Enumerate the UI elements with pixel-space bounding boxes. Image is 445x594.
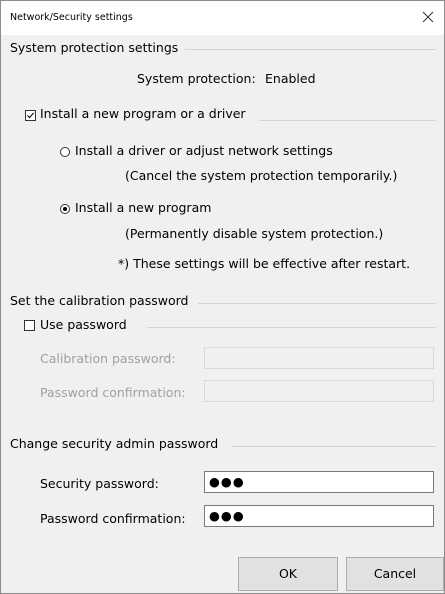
calibration-password-field[interactable] bbox=[204, 347, 434, 369]
calibration-group-title: Set the calibration password bbox=[10, 293, 189, 308]
radio-install-driver-note: (Cancel the system protection temporaril… bbox=[125, 168, 398, 183]
cancel-button[interactable]: Cancel bbox=[346, 557, 444, 591]
use-password-checkbox[interactable] bbox=[24, 320, 35, 331]
window-title: Network/Security settings bbox=[10, 12, 133, 23]
system-protection-status-value: Enabled bbox=[265, 71, 316, 86]
checkmark-icon bbox=[27, 112, 35, 119]
system-protection-group-title: System protection settings bbox=[10, 40, 179, 55]
security-password-field[interactable]: ●●● bbox=[204, 471, 434, 493]
group-divider bbox=[231, 446, 436, 447]
title-bar: Network/Security settings bbox=[1, 1, 444, 35]
calibration-password-label: Calibration password: bbox=[40, 351, 176, 366]
radio-install-driver[interactable] bbox=[60, 147, 70, 157]
group-divider bbox=[185, 49, 436, 50]
security-password-label: Security password: bbox=[40, 476, 159, 491]
calibration-confirm-field[interactable] bbox=[204, 380, 434, 402]
group-divider bbox=[259, 120, 436, 121]
install-program-checkbox[interactable] bbox=[25, 110, 36, 121]
security-admin-group-title: Change security admin password bbox=[10, 436, 219, 451]
radio-install-program[interactable] bbox=[60, 204, 70, 214]
security-confirm-label: Password confirmation: bbox=[40, 511, 186, 526]
restart-note: *) These settings will be effective afte… bbox=[118, 256, 411, 271]
radio-install-program-label[interactable]: Install a new program bbox=[75, 200, 211, 215]
system-protection-status-label: System protection: bbox=[137, 71, 256, 86]
settings-dialog: Network/Security settings System protect… bbox=[0, 0, 445, 594]
calibration-confirm-label: Password confirmation: bbox=[40, 385, 186, 400]
radio-install-driver-label[interactable]: Install a driver or adjust network setti… bbox=[75, 143, 333, 158]
close-icon[interactable] bbox=[421, 9, 435, 23]
security-confirm-field[interactable]: ●●● bbox=[204, 505, 434, 527]
radio-install-program-note: (Permanently disable system protection.) bbox=[125, 226, 384, 241]
group-divider bbox=[198, 303, 436, 304]
ok-button[interactable]: OK bbox=[238, 557, 338, 591]
use-password-label[interactable]: Use password bbox=[40, 317, 127, 332]
group-divider bbox=[147, 327, 436, 328]
install-program-label[interactable]: Install a new program or a driver bbox=[40, 106, 246, 121]
